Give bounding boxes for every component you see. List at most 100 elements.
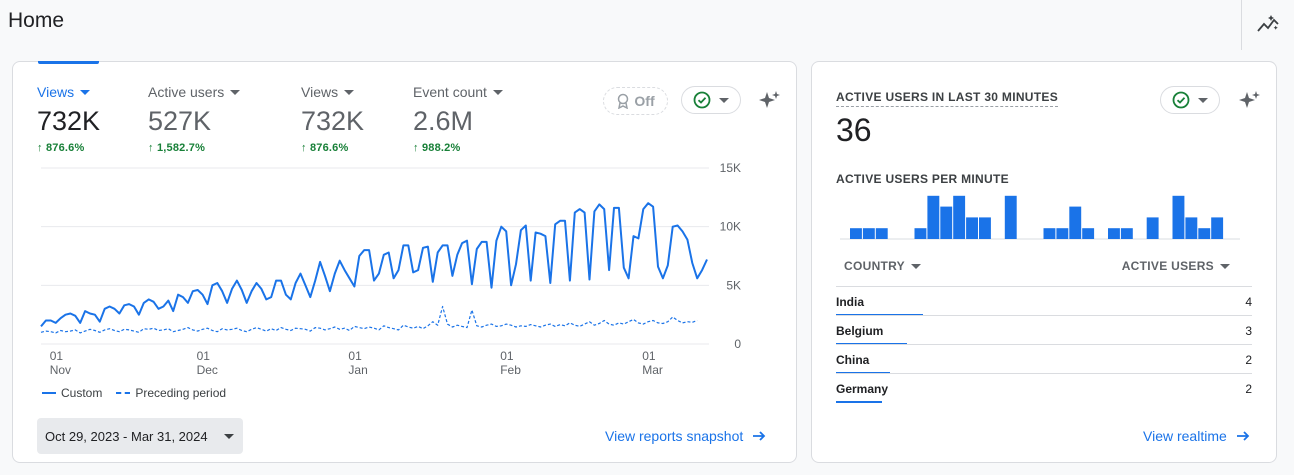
insights-sparkline-icon — [1257, 15, 1279, 32]
realtime-card: ACTIVE USERS IN LAST 30 MINUTES 36 ACTIV… — [811, 61, 1277, 463]
minute-bar — [875, 228, 888, 239]
arrow-right-icon — [753, 431, 766, 441]
link-label: View realtime — [1143, 428, 1227, 444]
minute-bar — [862, 228, 875, 239]
minute-bar — [1198, 228, 1211, 239]
minute-bar — [1172, 195, 1185, 239]
minute-bar — [927, 195, 940, 239]
y-tick-label: 15K — [720, 161, 741, 175]
minute-bar — [1069, 206, 1082, 239]
minute-bar — [1120, 228, 1133, 239]
date-range-selector[interactable]: Oct 29, 2023 - Mar 31, 2024 — [37, 418, 243, 454]
metric-tab-event-count[interactable]: Event count 2.6M ↑ 988.2% — [413, 84, 503, 154]
minute-bar — [966, 217, 978, 239]
ai-insights-button[interactable] — [756, 88, 782, 119]
metric-change: ↑ 876.6% — [37, 142, 85, 154]
metric-value: 527K — [148, 106, 212, 136]
minute-bar — [1108, 228, 1120, 239]
country-name: India — [836, 295, 865, 309]
metric-change: ↑ 1,582.7% — [148, 142, 206, 154]
realtime-active-count: 36 — [836, 112, 872, 148]
table-row: Belgium 3 — [836, 315, 1252, 345]
table-row: India 4 — [836, 286, 1252, 316]
date-range-text: Oct 29, 2023 - Mar 31, 2024 — [45, 428, 208, 444]
minute-bar — [940, 206, 953, 239]
table-row: Germany 2 — [836, 373, 1252, 403]
anomaly-toggle-off[interactable]: Off — [603, 87, 668, 115]
realtime-data-quality-dropdown[interactable] — [1160, 86, 1220, 114]
overview-card: Views 732K ↑ 876.6% Active users 527K ↑ … — [12, 61, 797, 463]
metric-tab-views[interactable]: Views 732K ↑ 876.6% — [37, 84, 100, 154]
insights-button[interactable] — [1241, 0, 1294, 50]
minute-bar — [1082, 228, 1095, 239]
legend-item-previous: Preceding period — [116, 386, 226, 400]
legend-dashed-swatch — [116, 392, 131, 394]
per-minute-bar-chart — [840, 195, 1240, 240]
minute-bar — [914, 228, 927, 239]
country-name: China — [836, 353, 870, 367]
sparkle-icon — [759, 91, 780, 108]
user-count: 2 — [1245, 382, 1252, 396]
caret-down-icon — [1198, 97, 1208, 103]
minute-bar — [850, 228, 862, 239]
metric-tab-views-2[interactable]: Views 732K ↑ 876.6% — [301, 84, 364, 154]
minute-bar — [1004, 195, 1017, 239]
minute-bar — [979, 217, 991, 239]
caret-down-icon — [80, 89, 91, 95]
minute-bar — [1185, 217, 1198, 239]
metric-label: Event count — [413, 84, 503, 100]
x-tick-day: 01 — [500, 349, 514, 363]
x-tick-day: 01 — [642, 349, 656, 363]
realtime-title[interactable]: ACTIVE USERS IN LAST 30 MINUTES — [836, 90, 1058, 107]
caret-down-icon — [344, 89, 355, 95]
x-tick-month: Nov — [50, 363, 71, 377]
series-line-preceding — [40, 305, 698, 334]
metric-change: ↑ 988.2% — [413, 142, 461, 154]
user-count: 2 — [1245, 353, 1252, 367]
user-count: 3 — [1245, 324, 1252, 338]
data-quality-dropdown[interactable] — [681, 86, 741, 114]
legend-item-current: Custom — [42, 386, 102, 400]
x-tick-month: Dec — [197, 363, 218, 377]
x-tick-day: 01 — [348, 349, 362, 363]
share-bar — [836, 401, 882, 403]
metric-value: 732K — [37, 106, 101, 136]
view-reports-snapshot-link[interactable]: View reports snapshot — [605, 428, 767, 444]
x-tick-day: 01 — [197, 349, 211, 363]
caret-down-icon — [1220, 263, 1230, 269]
x-tick-month: Feb — [500, 363, 521, 377]
country-name: Germany — [836, 382, 889, 396]
view-realtime-link[interactable]: View realtime — [1143, 428, 1251, 444]
y-tick-label: 5K — [726, 278, 741, 292]
chart-legend: Custom Preceding period — [42, 386, 226, 400]
caret-down-icon — [911, 263, 921, 269]
views-line-chart: 15K10K5K001Nov01Dec01Jan01Feb01Mar — [40, 161, 741, 377]
metric-label: Active users — [148, 84, 241, 100]
link-label: View reports snapshot — [605, 428, 744, 444]
arrow-right-icon — [1236, 431, 1250, 441]
ribbon-badge-icon — [618, 93, 629, 109]
minute-bar — [1043, 228, 1056, 239]
check-circle-icon — [1172, 91, 1190, 109]
realtime-ai-insights-button[interactable] — [1236, 88, 1262, 119]
table-row: China 2 — [836, 344, 1252, 374]
caret-down-icon — [223, 433, 234, 439]
metric-label: Views — [37, 84, 100, 100]
column-header-country[interactable]: COUNTRY — [844, 259, 921, 273]
toggle-label: Off — [634, 93, 655, 109]
column-header-active-users[interactable]: ACTIVE USERS — [1122, 259, 1230, 273]
minute-bar — [1211, 217, 1224, 239]
page-header: Home — [0, 0, 1294, 50]
caret-down-icon — [719, 97, 729, 103]
caret-down-icon — [230, 89, 241, 95]
active-tab-indicator — [38, 61, 99, 64]
minute-bar — [953, 195, 966, 239]
metric-value: 732K — [301, 106, 365, 136]
caret-down-icon — [492, 89, 503, 95]
metric-tab-active-users[interactable]: Active users 527K ↑ 1,582.7% — [148, 84, 241, 154]
series-line-custom — [40, 202, 708, 328]
sparkle-icon — [1239, 91, 1260, 108]
x-tick-day: 01 — [50, 349, 64, 363]
minute-bar — [1146, 217, 1159, 239]
metric-label: Views — [301, 84, 364, 100]
